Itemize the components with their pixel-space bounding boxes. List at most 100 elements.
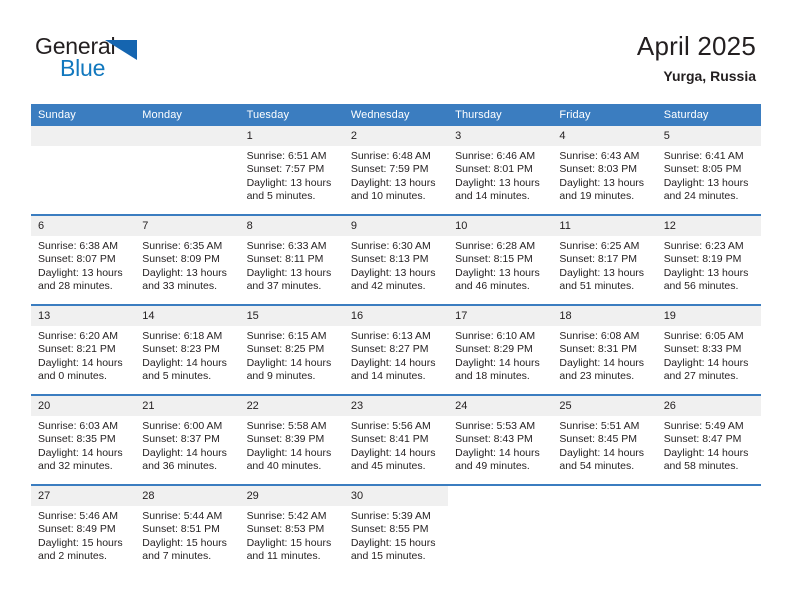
- day-info: Sunrise: 5:51 AM Sunset: 8:45 PM Dayligh…: [552, 416, 656, 474]
- day-cell-inner[interactable]: 16 Sunrise: 6:13 AM Sunset: 8:27 PM Dayl…: [343, 306, 449, 394]
- day-cell-inner[interactable]: 20 Sunrise: 6:03 AM Sunset: 8:35 PM Dayl…: [31, 396, 136, 484]
- sunset-text: Sunset: 8:53 PM: [246, 523, 325, 536]
- sunset-text: Sunset: 8:35 PM: [38, 433, 116, 446]
- sunrise-text: Sunrise: 5:49 AM: [663, 420, 744, 432]
- sunset-text: Sunset: 8:07 PM: [38, 253, 116, 266]
- day-cell-inner[interactable]: 26 Sunrise: 5:49 AM Sunset: 8:47 PM Dayl…: [656, 396, 761, 484]
- sunrise-text: Sunrise: 5:44 AM: [142, 510, 223, 522]
- daylight-text-line2: and 5 minutes.: [142, 370, 212, 383]
- daylight-text-line2: and 45 minutes.: [350, 460, 426, 473]
- day-number: 8: [239, 216, 344, 236]
- sunset-text: Sunset: 8:29 PM: [455, 343, 533, 356]
- daylight-text-line2: and 54 minutes.: [559, 460, 635, 473]
- day-cell-inner[interactable]: 2 Sunrise: 6:48 AM Sunset: 7:59 PM Dayli…: [343, 126, 449, 214]
- daylight-text-line2: and 23 minutes.: [559, 370, 635, 383]
- day-cell: 8 Sunrise: 6:33 AM Sunset: 8:11 PM Dayli…: [239, 214, 344, 305]
- day-cell-inner[interactable]: 24 Sunrise: 5:53 AM Sunset: 8:43 PM Dayl…: [448, 396, 553, 484]
- day-cell-inner[interactable]: 13 Sunrise: 6:20 AM Sunset: 8:21 PM Dayl…: [31, 306, 136, 394]
- sunset-text: Sunset: 8:13 PM: [350, 253, 429, 266]
- day-cell-inner[interactable]: 30 Sunrise: 5:39 AM Sunset: 8:55 PM Dayl…: [343, 486, 449, 574]
- day-cell-inner[interactable]: 21 Sunrise: 6:00 AM Sunset: 8:37 PM Dayl…: [135, 396, 240, 484]
- day-cell: 13 Sunrise: 6:20 AM Sunset: 8:21 PM Dayl…: [31, 304, 136, 395]
- day-cell: 30 Sunrise: 5:39 AM Sunset: 8:55 PM Dayl…: [343, 484, 449, 574]
- day-cell-inner[interactable]: 29 Sunrise: 5:42 AM Sunset: 8:53 PM Dayl…: [239, 486, 344, 574]
- day-cell: 5 Sunrise: 6:41 AM Sunset: 8:05 PM Dayli…: [656, 126, 761, 215]
- sunset-text: Sunset: 8:39 PM: [246, 433, 325, 446]
- day-info: Sunrise: 6:23 AM Sunset: 8:19 PM Dayligh…: [657, 236, 761, 294]
- weekday-header-monday: Monday: [135, 104, 240, 126]
- sunrise-text: Sunrise: 5:46 AM: [38, 510, 118, 522]
- day-number: [448, 486, 552, 506]
- daylight-text-line2: and 27 minutes.: [663, 370, 739, 383]
- day-number: 27: [31, 486, 136, 506]
- day-cell: 12 Sunrise: 6:23 AM Sunset: 8:19 PM Dayl…: [656, 214, 761, 305]
- day-cell-inner[interactable]: 3 Sunrise: 6:46 AM Sunset: 8:01 PM Dayli…: [448, 126, 553, 214]
- day-number: 13: [31, 306, 136, 326]
- day-cell-inner[interactable]: 4 Sunrise: 6:43 AM Sunset: 8:03 PM Dayli…: [552, 126, 657, 214]
- generalblue-logo[interactable]: General Blue: [35, 33, 165, 83]
- sunrise-text: Sunrise: 5:53 AM: [455, 420, 536, 432]
- day-info: Sunrise: 6:35 AM Sunset: 8:09 PM Dayligh…: [135, 236, 239, 294]
- day-cell-inner[interactable]: 14 Sunrise: 6:18 AM Sunset: 8:23 PM Dayl…: [135, 306, 240, 394]
- day-number: 2: [343, 126, 449, 146]
- daylight-text-line2: and 33 minutes.: [142, 280, 217, 293]
- day-cell-inner[interactable]: 7 Sunrise: 6:35 AM Sunset: 8:09 PM Dayli…: [135, 216, 240, 304]
- day-cell-inner[interactable]: 17 Sunrise: 6:10 AM Sunset: 8:29 PM Dayl…: [448, 306, 553, 394]
- weekday-header-thursday: Thursday: [448, 104, 553, 126]
- day-cell-inner[interactable]: 15 Sunrise: 6:15 AM Sunset: 8:25 PM Dayl…: [239, 306, 344, 394]
- sunrise-text: Sunrise: 6:38 AM: [38, 240, 118, 252]
- daylight-text-line1: Daylight: 13 hours: [455, 266, 540, 279]
- daylight-text-line2: and 18 minutes.: [455, 370, 530, 383]
- daylight-text-line1: Daylight: 13 hours: [350, 176, 436, 189]
- day-cell-inner[interactable]: 27 Sunrise: 5:46 AM Sunset: 8:49 PM Dayl…: [31, 486, 136, 574]
- weekday-header-friday: Friday: [552, 104, 657, 126]
- daylight-text-line1: Daylight: 13 hours: [663, 266, 749, 279]
- day-cell: 9 Sunrise: 6:30 AM Sunset: 8:13 PM Dayli…: [343, 214, 449, 305]
- daylight-text-line2: and 14 minutes.: [455, 190, 530, 203]
- day-number: 12: [656, 216, 761, 236]
- daylight-text-line2: and 37 minutes.: [246, 280, 322, 293]
- day-cell-inner[interactable]: 1 Sunrise: 6:51 AM Sunset: 7:57 PM Dayli…: [239, 126, 344, 214]
- location-subtitle: Yurga, Russia: [663, 68, 756, 84]
- calendar-page: General Blue April 2025 Yurga, Russia Su…: [0, 0, 792, 612]
- day-cell-inner[interactable]: 12 Sunrise: 6:23 AM Sunset: 8:19 PM Dayl…: [656, 216, 761, 304]
- daylight-text-line2: and 32 minutes.: [38, 460, 113, 473]
- day-number: 20: [31, 396, 136, 416]
- day-cell-inner[interactable]: 5 Sunrise: 6:41 AM Sunset: 8:05 PM Dayli…: [656, 126, 761, 214]
- page-header: General Blue April 2025 Yurga, Russia: [0, 0, 792, 104]
- daylight-text-line1: Daylight: 14 hours: [455, 356, 540, 369]
- day-cell-inner[interactable]: 18 Sunrise: 6:08 AM Sunset: 8:31 PM Dayl…: [552, 306, 657, 394]
- sunrise-text: Sunrise: 6:15 AM: [246, 330, 327, 342]
- day-cell-inner[interactable]: 9 Sunrise: 6:30 AM Sunset: 8:13 PM Dayli…: [343, 216, 449, 304]
- day-number: 25: [552, 396, 657, 416]
- day-cell-inner[interactable]: 22 Sunrise: 5:58 AM Sunset: 8:39 PM Dayl…: [239, 396, 344, 484]
- day-cell-inner[interactable]: 25 Sunrise: 5:51 AM Sunset: 8:45 PM Dayl…: [552, 396, 657, 484]
- sunrise-text: Sunrise: 6:35 AM: [142, 240, 223, 252]
- day-cell-inner[interactable]: 6 Sunrise: 6:38 AM Sunset: 8:07 PM Dayli…: [31, 216, 136, 304]
- day-cell: 6 Sunrise: 6:38 AM Sunset: 8:07 PM Dayli…: [31, 214, 136, 305]
- sunrise-text: Sunrise: 6:23 AM: [663, 240, 744, 252]
- day-number: 1: [239, 126, 344, 146]
- day-cell-inner[interactable]: 28 Sunrise: 5:44 AM Sunset: 8:51 PM Dayl…: [135, 486, 240, 574]
- sunset-text: Sunset: 8:17 PM: [559, 253, 638, 266]
- sunrise-text: Sunrise: 6:48 AM: [350, 150, 431, 162]
- day-cell: 2 Sunrise: 6:48 AM Sunset: 7:59 PM Dayli…: [343, 126, 449, 215]
- day-cell-inner[interactable]: 19 Sunrise: 6:05 AM Sunset: 8:33 PM Dayl…: [656, 306, 761, 394]
- sunrise-text: Sunrise: 5:56 AM: [350, 420, 431, 432]
- day-info: Sunrise: 6:30 AM Sunset: 8:13 PM Dayligh…: [344, 236, 448, 294]
- daylight-text-line1: Daylight: 15 hours: [246, 536, 332, 549]
- daylight-text-line1: Daylight: 13 hours: [142, 266, 227, 279]
- day-cell-inner[interactable]: 10 Sunrise: 6:28 AM Sunset: 8:15 PM Dayl…: [448, 216, 553, 304]
- day-cell-inner[interactable]: 11 Sunrise: 6:25 AM Sunset: 8:17 PM Dayl…: [552, 216, 657, 304]
- day-cell: 19 Sunrise: 6:05 AM Sunset: 8:33 PM Dayl…: [656, 304, 761, 395]
- day-cell-inner[interactable]: 23 Sunrise: 5:56 AM Sunset: 8:41 PM Dayl…: [343, 396, 449, 484]
- day-cell-inner[interactable]: 8 Sunrise: 6:33 AM Sunset: 8:11 PM Dayli…: [239, 216, 344, 304]
- daylight-text-line1: Daylight: 13 hours: [38, 266, 123, 279]
- day-cell: [656, 484, 761, 574]
- daylight-text-line2: and 40 minutes.: [246, 460, 322, 473]
- day-info: Sunrise: 6:51 AM Sunset: 7:57 PM Dayligh…: [240, 146, 344, 204]
- sunrise-text: Sunrise: 6:18 AM: [142, 330, 223, 342]
- day-cell: 28 Sunrise: 5:44 AM Sunset: 8:51 PM Dayl…: [135, 484, 240, 574]
- daylight-text-line1: Daylight: 14 hours: [559, 446, 645, 459]
- day-number: 7: [135, 216, 240, 236]
